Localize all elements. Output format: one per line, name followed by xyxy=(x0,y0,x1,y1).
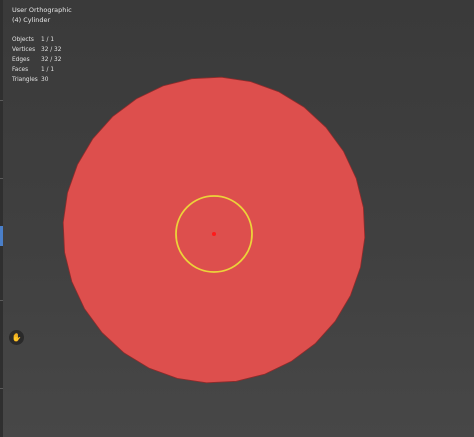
stat-label: Triangles xyxy=(12,77,38,83)
cylinder-face[interactable] xyxy=(62,76,366,384)
stat-label: Edges xyxy=(12,57,30,63)
stat-row-triangles: Triangles 30 xyxy=(12,75,72,85)
stat-label: Vertices xyxy=(12,47,36,53)
stat-row-objects: Objects 1 / 1 xyxy=(12,35,72,45)
stat-row-edges: Edges 32 / 32 xyxy=(12,55,72,65)
stat-label: Objects xyxy=(12,37,34,43)
stat-value: 32 / 32 xyxy=(41,47,62,53)
stat-value: 1 / 1 xyxy=(41,37,55,43)
view-name-label: User Orthographic xyxy=(12,6,72,14)
stat-value: 30 xyxy=(41,77,49,83)
stat-value: 32 / 32 xyxy=(41,57,62,63)
viewport-text-overlay: User Orthographic (4) Cylinder Objects 1… xyxy=(12,5,72,85)
object-origin-point xyxy=(212,232,216,236)
active-object-label: (4) Cylinder xyxy=(12,16,51,24)
stat-row-vertices: Vertices 32 / 32 xyxy=(12,45,72,55)
hand-grab-icon[interactable]: ✋ xyxy=(9,330,24,345)
3d-viewport[interactable]: User Orthographic (4) Cylinder Objects 1… xyxy=(0,0,474,437)
scene-statistics: Objects 1 / 1 Vertices 32 / 32 Edges 32 … xyxy=(12,35,72,85)
stat-row-faces: Faces 1 / 1 xyxy=(12,65,72,75)
stat-label: Faces xyxy=(12,67,29,73)
stat-value: 1 / 1 xyxy=(41,67,55,73)
